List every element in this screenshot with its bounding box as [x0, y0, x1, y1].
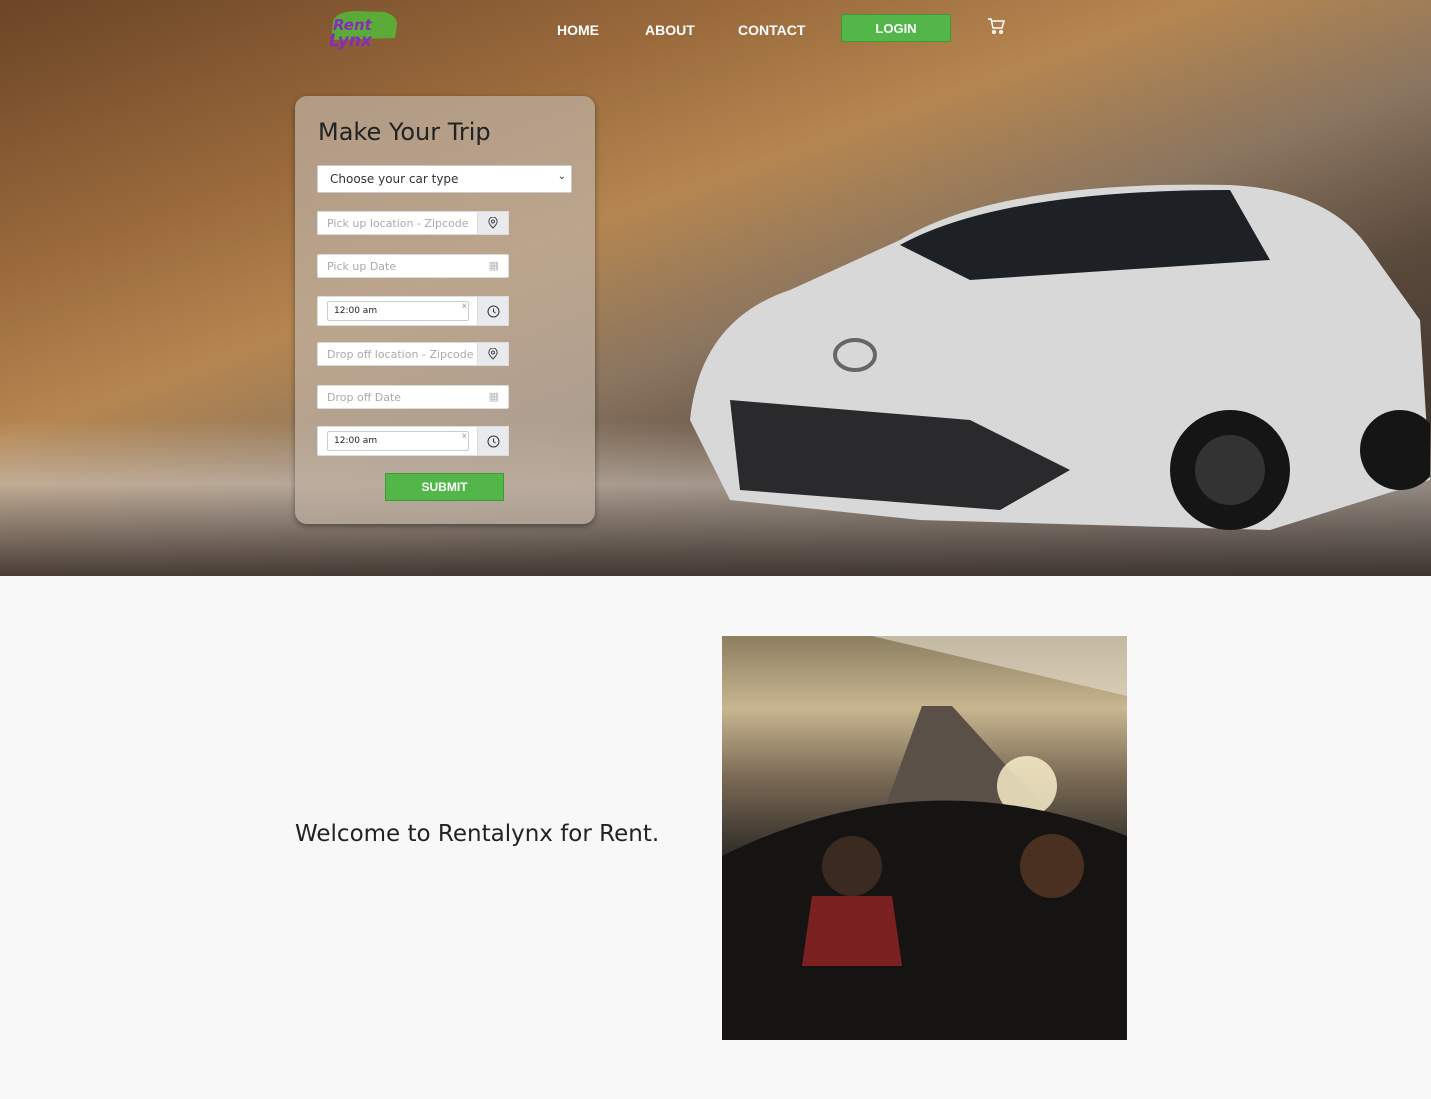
pickup-time-input[interactable]: 12:00 am x: [317, 296, 509, 326]
hero-banner: [0, 0, 1431, 576]
photo-illustration: [722, 636, 1127, 1040]
calendar-icon: ▦: [488, 259, 499, 272]
nav-home[interactable]: HOME: [557, 22, 599, 38]
placeholder: Drop off Date: [327, 391, 402, 404]
welcome-text: Welcome to Rentalynx for Rent.: [295, 821, 660, 847]
login-button[interactable]: LOGIN: [841, 14, 951, 42]
clear-icon[interactable]: x: [462, 301, 467, 310]
chevron-down-icon: ⌄: [557, 171, 566, 182]
placeholder: Pick up location - Zipcode: [327, 217, 469, 230]
clock-icon[interactable]: [477, 296, 509, 326]
submit-button[interactable]: SUBMIT: [385, 473, 504, 501]
location-pin-icon[interactable]: [477, 342, 509, 366]
clear-icon[interactable]: x: [462, 431, 467, 440]
nav-about[interactable]: ABOUT: [645, 22, 695, 38]
dropoff-time-input[interactable]: 12:00 am x: [317, 426, 509, 456]
trip-form: Make Your Trip Choose your car type ⌄ Pic…: [295, 96, 595, 524]
logo[interactable]: Rent Lynx: [325, 8, 400, 52]
car-image: [690, 184, 1430, 530]
cart-icon[interactable]: [987, 17, 1005, 35]
nav-contact[interactable]: CONTACT: [738, 22, 805, 38]
calendar-icon: ▦: [488, 390, 499, 403]
form-title: Make Your Trip: [318, 118, 491, 146]
car-type-select[interactable]: Choose your car type ⌄: [317, 165, 572, 193]
clock-icon[interactable]: [477, 426, 509, 456]
svg-text:Lynx: Lynx: [329, 31, 373, 51]
dropoff-time-value[interactable]: 12:00 am: [327, 431, 469, 451]
location-pin-icon[interactable]: [477, 211, 509, 235]
convertible-photo: [722, 636, 1127, 1040]
car-type-value: Choose your car type: [330, 172, 459, 186]
pickup-time-value[interactable]: 12:00 am: [327, 301, 469, 321]
dropoff-date-input[interactable]: Drop off Date ▦: [317, 385, 509, 409]
placeholder: Pick up Date: [327, 260, 397, 273]
placeholder: Drop off location - Zipcode: [327, 348, 474, 361]
pickup-date-input[interactable]: Pick up Date ▦: [317, 254, 509, 278]
